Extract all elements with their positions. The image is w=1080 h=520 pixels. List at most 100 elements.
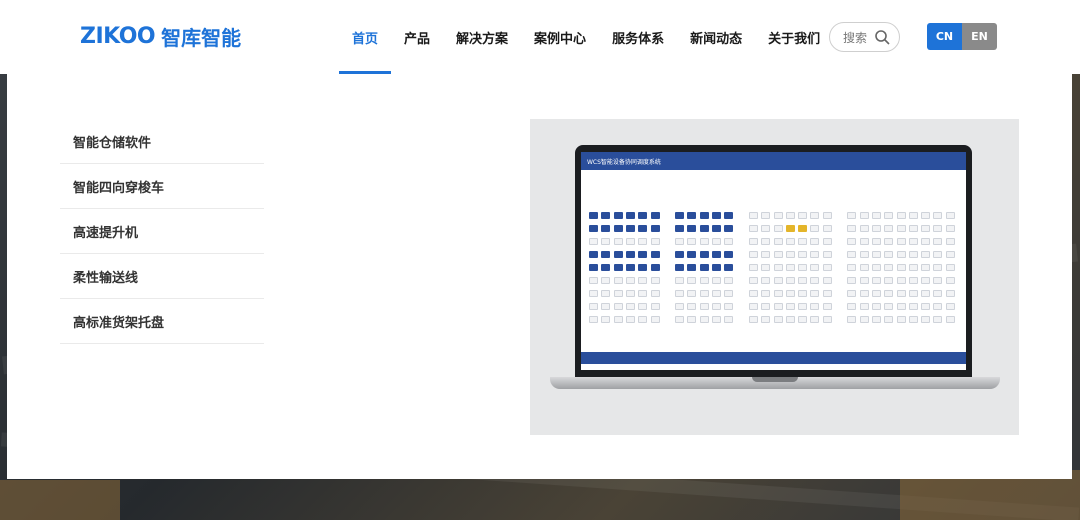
storage-cell bbox=[896, 212, 906, 219]
storage-cell bbox=[625, 225, 635, 232]
storage-cell bbox=[589, 212, 598, 219]
storage-cell bbox=[810, 290, 820, 297]
lang-en-button[interactable]: EN bbox=[962, 23, 997, 50]
storage-cell bbox=[945, 225, 955, 232]
lang-cn-button[interactable]: CN bbox=[927, 23, 962, 50]
storage-cell bbox=[699, 303, 709, 310]
menu-item-shuttle[interactable]: 智能四向穿梭车 bbox=[60, 164, 264, 209]
storage-cell bbox=[625, 238, 635, 245]
storage-cell bbox=[810, 277, 820, 284]
storage-cell bbox=[589, 251, 598, 258]
storage-cell bbox=[847, 277, 857, 284]
storage-cell bbox=[625, 303, 635, 310]
storage-cell bbox=[748, 238, 758, 245]
menu-item-rack-pallet[interactable]: 高标准货架托盘 bbox=[60, 299, 264, 344]
storage-cell bbox=[675, 290, 685, 297]
storage-cell bbox=[884, 212, 894, 219]
storage-cell bbox=[945, 290, 955, 297]
storage-cell bbox=[699, 316, 709, 323]
storage-cell bbox=[921, 238, 931, 245]
storage-cell bbox=[896, 303, 906, 310]
storage-cell bbox=[699, 225, 709, 232]
storage-cell bbox=[933, 212, 943, 219]
nav-item-home[interactable]: 首页 bbox=[339, 0, 392, 74]
storage-cell bbox=[884, 290, 894, 297]
storage-cell bbox=[945, 277, 955, 284]
storage-cell bbox=[785, 264, 795, 271]
storage-cell bbox=[798, 212, 808, 219]
storage-cell bbox=[908, 290, 918, 297]
laptop-screen: WCS智能设备协同调度系统 bbox=[575, 145, 972, 378]
storage-cell bbox=[601, 225, 611, 232]
storage-cell bbox=[847, 264, 857, 271]
nav-item-about[interactable]: 关于我们 bbox=[755, 0, 833, 74]
storage-cell bbox=[712, 238, 721, 245]
wcs-screenshot: WCS智能设备协同调度系统 bbox=[581, 152, 966, 370]
storage-cell bbox=[933, 277, 943, 284]
storage-cell bbox=[798, 277, 808, 284]
storage-cell bbox=[748, 277, 758, 284]
storage-cell bbox=[921, 251, 931, 258]
storage-cell bbox=[859, 290, 869, 297]
storage-cell bbox=[675, 277, 685, 284]
storage-cell bbox=[712, 303, 721, 310]
storage-cell bbox=[761, 251, 771, 258]
storage-cell bbox=[613, 264, 623, 271]
storage-cell bbox=[773, 212, 783, 219]
warehouse-grid bbox=[589, 212, 959, 332]
storage-cell bbox=[822, 316, 832, 323]
search-icon[interactable] bbox=[874, 29, 890, 45]
storage-cell bbox=[785, 303, 795, 310]
logo[interactable]: ZIKOO 智库智能 bbox=[80, 22, 241, 51]
storage-cell bbox=[871, 316, 881, 323]
storage-cell bbox=[748, 290, 758, 297]
storage-cell bbox=[699, 290, 709, 297]
storage-cell bbox=[896, 264, 906, 271]
storage-cell bbox=[613, 290, 623, 297]
storage-cell bbox=[933, 264, 943, 271]
nav-item-cases[interactable]: 案例中心 bbox=[521, 0, 599, 74]
storage-cell bbox=[810, 264, 820, 271]
storage-cell bbox=[589, 238, 598, 245]
storage-cell bbox=[847, 316, 857, 323]
menu-item-lift[interactable]: 高速提升机 bbox=[60, 209, 264, 254]
storage-cell bbox=[761, 264, 771, 271]
menu-item-conveyor[interactable]: 柔性输送线 bbox=[60, 254, 264, 299]
storage-cell bbox=[921, 277, 931, 284]
storage-cell bbox=[773, 225, 783, 232]
storage-cell bbox=[822, 225, 832, 232]
storage-cell bbox=[724, 316, 734, 323]
storage-cell bbox=[847, 225, 857, 232]
wcs-app-footer bbox=[581, 352, 966, 364]
storage-cell bbox=[687, 290, 697, 297]
storage-cell bbox=[748, 303, 758, 310]
storage-cell bbox=[724, 277, 734, 284]
storage-cell bbox=[625, 316, 635, 323]
nav-item-solutions[interactable]: 解决方案 bbox=[443, 0, 521, 74]
nav-item-products[interactable]: 产品 bbox=[391, 0, 443, 74]
storage-cell bbox=[675, 264, 685, 271]
nav-item-service[interactable]: 服务体系 bbox=[599, 0, 677, 74]
storage-cell bbox=[908, 264, 918, 271]
storage-cell bbox=[847, 290, 857, 297]
storage-cell bbox=[650, 303, 660, 310]
storage-cell bbox=[687, 238, 697, 245]
storage-cell bbox=[625, 212, 635, 219]
storage-cell bbox=[933, 238, 943, 245]
main-nav: 首页 产品 解决方案 案例中心 服务体系 新闻动态 关于我们 bbox=[339, 0, 833, 74]
menu-item-storage-software[interactable]: 智能仓储软件 bbox=[60, 119, 264, 164]
storage-cell bbox=[859, 225, 869, 232]
storage-cell bbox=[933, 251, 943, 258]
search-input[interactable]: 搜索 bbox=[829, 22, 900, 52]
storage-cell bbox=[625, 264, 635, 271]
storage-cell bbox=[908, 303, 918, 310]
storage-cell bbox=[896, 238, 906, 245]
storage-cell bbox=[798, 290, 808, 297]
storage-cell bbox=[638, 303, 648, 310]
storage-cell bbox=[822, 212, 832, 219]
nav-item-news[interactable]: 新闻动态 bbox=[677, 0, 755, 74]
storage-cell bbox=[712, 225, 721, 232]
storage-cell bbox=[748, 225, 758, 232]
storage-cell bbox=[908, 238, 918, 245]
storage-cell bbox=[675, 316, 685, 323]
